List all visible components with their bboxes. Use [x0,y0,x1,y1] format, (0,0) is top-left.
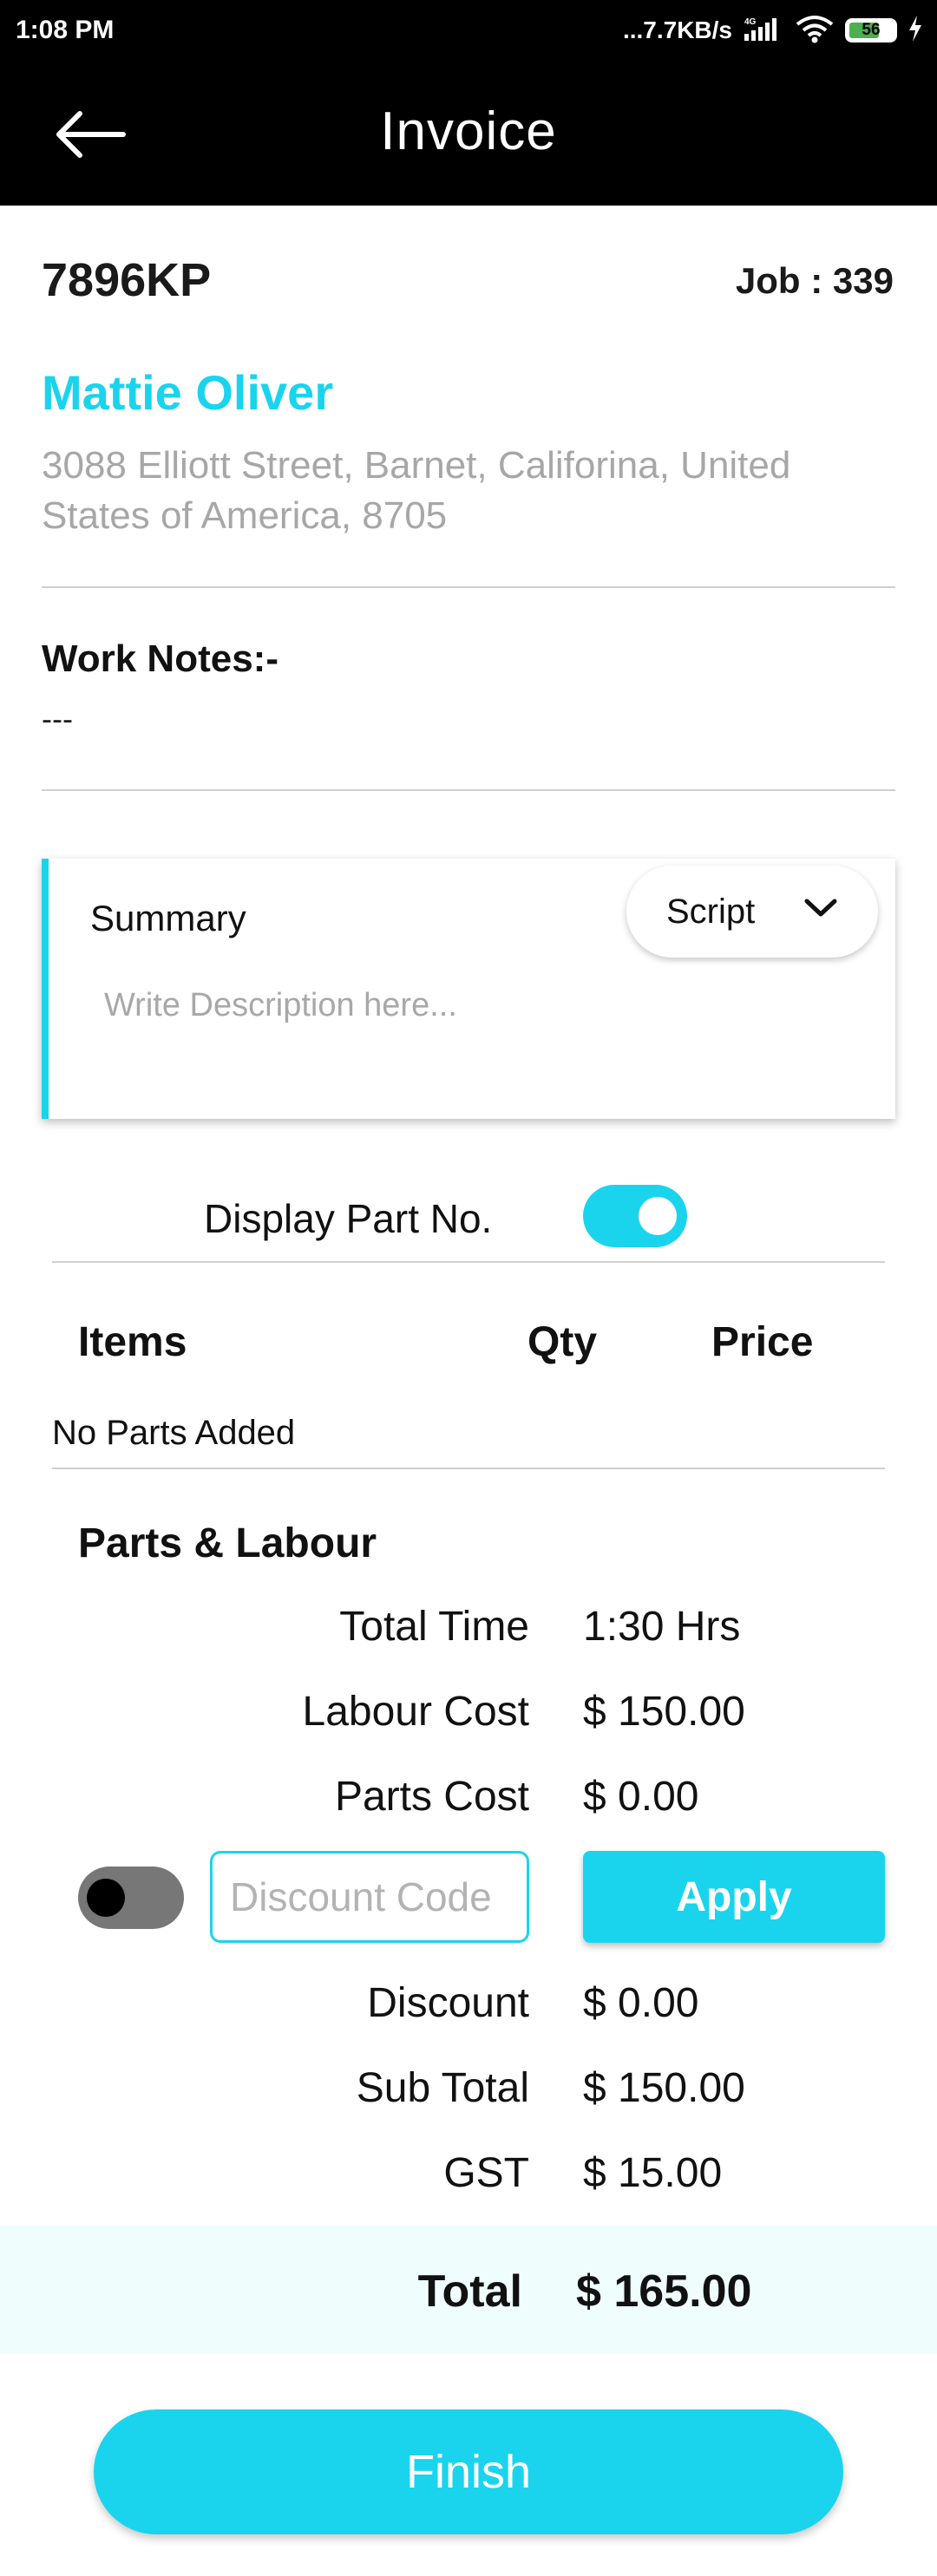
display-part-no-toggle[interactable] [583,1185,687,1247]
sub-total-value: $ 150.00 [583,2065,745,2111]
summary-description-input[interactable] [104,987,816,1024]
summary-label: Summary [90,898,246,938]
script-dropdown-label: Script [666,892,756,931]
status-bar: 1:08 PM ...7.7KB/s 4G 56 [0,0,937,61]
page-title: Invoice [380,101,557,161]
network-speed: ...7.7KB/s [622,16,732,43]
summary-card: Summary Script [42,859,895,1119]
parts-labour-title: Parts & Labour [78,1520,377,1566]
discount-value: $ 0.00 [583,1980,699,2026]
parts-cost-label: Parts Cost [334,1774,529,1820]
signal-icon: 4G [743,15,784,47]
script-dropdown[interactable]: Script [626,866,878,958]
job-number: Job : 339 [735,260,894,301]
toggle-knob [639,1197,677,1235]
work-notes-label: Work Notes:- [42,637,278,680]
battery-icon: 56 [845,18,897,42]
network-type: 4G [744,17,757,27]
divider [52,1468,885,1469]
no-parts-message: No Parts Added [52,1414,296,1452]
gst-label: GST [443,2150,529,2196]
app-bar: Invoice [0,61,937,206]
labour-cost-label: Labour Cost [302,1689,530,1735]
sub-total-label: Sub Total [356,2065,529,2111]
price-column-header: Price [711,1319,814,1365]
battery-level: 56 [862,21,881,39]
display-part-no-label: Display Part No. [204,1196,493,1241]
work-notes-value: --- [42,701,73,736]
divider [42,789,895,791]
wifi-icon [795,14,835,48]
total-time-label: Total Time [339,1604,529,1650]
chevron-down-icon [804,899,837,917]
discount-code-input[interactable] [210,1851,529,1943]
divider [52,1261,885,1263]
total-label: Total [417,2266,522,2317]
divider [42,586,895,588]
charging-icon [908,15,923,47]
invoice-code: 7896KP [42,254,212,306]
gst-value: $ 15.00 [583,2150,723,2196]
apply-button[interactable]: Apply [583,1851,885,1943]
discount-label: Discount [367,1980,529,2026]
total-time-value: 1:30 Hrs [583,1604,741,1650]
qty-column-header: Qty [527,1319,598,1365]
items-column-header: Items [78,1319,187,1365]
status-icons: ...7.7KB/s 4G 56 [623,12,923,49]
total-band: Total $ 165.00 [0,2226,937,2354]
labour-cost-value: $ 150.00 [583,1689,745,1735]
discount-toggle[interactable] [78,1867,184,1929]
finish-button[interactable]: Finish [94,2409,843,2534]
invoice-screen: 1:08 PM ...7.7KB/s 4G 56 Invoice 7896KP … [0,0,937,2576]
parts-cost-value: $ 0.00 [583,1774,699,1820]
total-value: $ 165.00 [576,2266,752,2317]
status-time: 1:08 PM [16,16,115,44]
customer-address: 3088 Elliott Street, Barnet, Califorina,… [42,444,791,537]
toggle-knob [87,1879,125,1917]
customer-name[interactable]: Mattie Oliver [42,364,333,421]
